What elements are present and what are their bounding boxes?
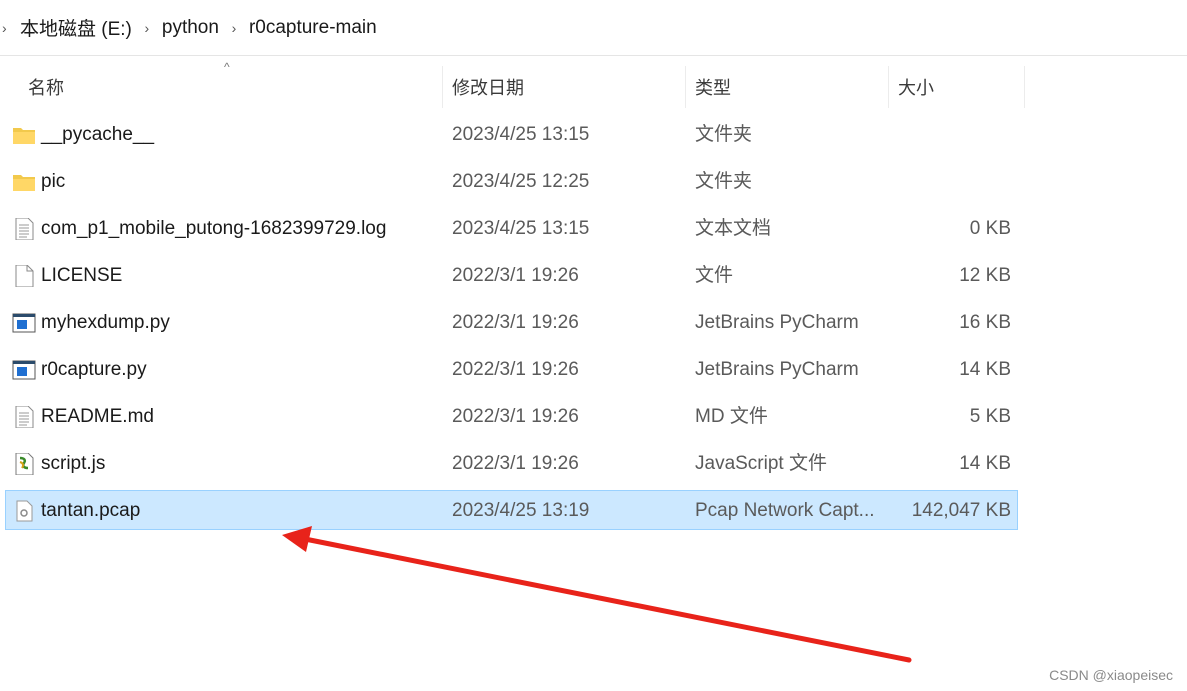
annotation-arrow-icon xyxy=(282,526,912,663)
watermark: CSDN @xiaopeisec xyxy=(1049,667,1173,683)
